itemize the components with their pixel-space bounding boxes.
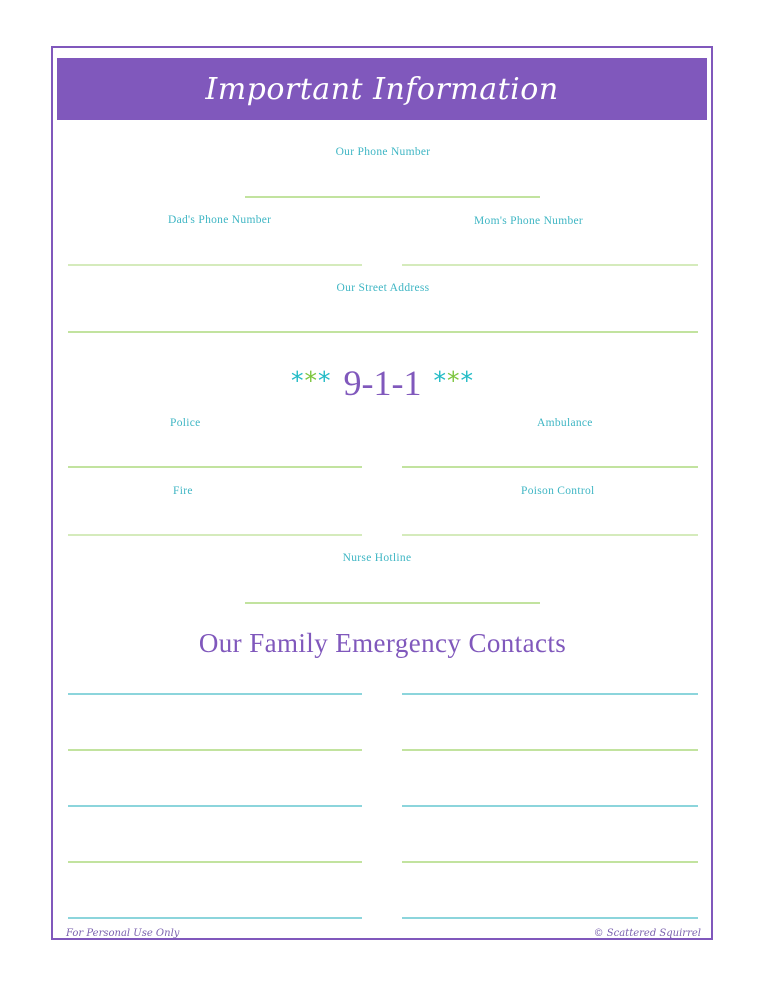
contact-line-left-3[interactable]: [68, 805, 362, 807]
label-poison-control: Poison Control: [521, 485, 595, 497]
section-heading-family-contacts: Our Family Emergency Contacts: [198, 628, 567, 658]
label-ambulance: Ambulance: [537, 417, 593, 429]
emergency-number: 9-1-1: [343, 363, 422, 403]
asterisk-group-left: ***: [291, 366, 332, 395]
contact-line-left-4[interactable]: [68, 861, 362, 863]
rule-our-phone-number[interactable]: [245, 196, 540, 198]
label-moms-phone-number: Mom's Phone Number: [474, 215, 584, 227]
contact-line-right-3[interactable]: [402, 805, 698, 807]
asterisk-icon: *: [304, 366, 318, 395]
footer-personal-use-notice: For Personal Use Only: [66, 928, 180, 939]
rule-poison-control[interactable]: [402, 534, 698, 536]
label-police: Police: [170, 417, 201, 429]
contact-line-right-5[interactable]: [402, 917, 698, 919]
printable-page: Important Information Our Phone Number D…: [0, 0, 765, 990]
label-fire: Fire: [173, 485, 193, 497]
footer-copyright: © Scattered Squirrel: [593, 928, 701, 939]
contact-line-right-2[interactable]: [402, 749, 698, 751]
contact-line-right-4[interactable]: [402, 861, 698, 863]
rule-dads-phone-number[interactable]: [68, 264, 362, 266]
rule-nurse-hotline[interactable]: [245, 602, 540, 604]
page-title: Important Information: [205, 71, 559, 107]
asterisk-icon: *: [446, 366, 461, 395]
rule-ambulance[interactable]: [402, 466, 698, 468]
emergency-number-row: *** 9-1-1 ***: [0, 362, 765, 404]
title-banner: Important Information: [57, 58, 707, 120]
contact-line-right-1[interactable]: [402, 693, 698, 695]
asterisk-group-right: ***: [433, 366, 474, 395]
asterisk-icon: *: [318, 366, 332, 395]
contact-line-left-1[interactable]: [68, 693, 362, 695]
contact-line-left-5[interactable]: [68, 917, 362, 919]
label-dads-phone-number: Dad's Phone Number: [168, 214, 272, 226]
contact-line-left-2[interactable]: [68, 749, 362, 751]
asterisk-icon: *: [460, 366, 474, 395]
label-nurse-hotline: Nurse Hotline: [342, 552, 412, 564]
asterisk-icon: *: [433, 366, 447, 395]
rule-our-street-address[interactable]: [68, 331, 698, 333]
rule-moms-phone-number[interactable]: [402, 264, 698, 266]
label-our-street-address: Our Street Address: [336, 282, 430, 294]
label-our-phone-number: Our Phone Number: [335, 146, 431, 158]
rule-police[interactable]: [68, 466, 362, 468]
asterisk-icon: *: [291, 366, 305, 395]
rule-fire[interactable]: [68, 534, 362, 536]
